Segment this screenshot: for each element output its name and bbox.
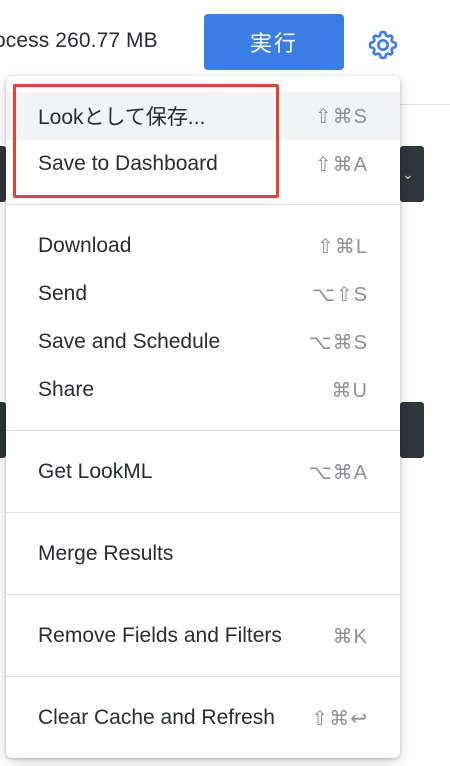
menu-item-share[interactable]: Share ⌘U	[6, 366, 400, 414]
menu-divider	[6, 676, 400, 677]
menu-item-download[interactable]: Download ⇧⌘L	[6, 222, 400, 270]
menu-item-clear-cache-and-refresh[interactable]: Clear Cache and Refresh ⇧⌘↩	[6, 694, 400, 742]
menu-item-save-to-dashboard[interactable]: Save to Dashboard ⇧⌘A	[6, 140, 400, 188]
menu-item-get-lookml[interactable]: Get LookML ⌥⌘A	[6, 448, 400, 496]
menu-item-shortcut: ⌥⌘A	[308, 461, 368, 484]
menu-item-shortcut: ⇧⌘S	[314, 105, 368, 128]
top-toolbar: ocess 260.77 MB 実行	[0, 0, 450, 86]
menu-item-label: Share	[38, 378, 95, 401]
menu-item-label: Send	[38, 282, 88, 305]
menu-item-remove-fields-and-filters[interactable]: Remove Fields and Filters ⌘K	[6, 612, 400, 660]
menu-item-shortcut: ⌥⌘S	[308, 331, 368, 354]
background-panel-edge	[400, 402, 424, 458]
menu-item-label: Save to Dashboard	[38, 152, 218, 175]
menu-item-merge-results[interactable]: Merge Results	[6, 530, 400, 578]
menu-item-label: Clear Cache and Refresh	[38, 706, 275, 729]
menu-item-shortcut: ⌥⇧S	[311, 283, 368, 306]
menu-divider	[6, 204, 400, 205]
chevron-down-icon: ⌄	[402, 166, 414, 182]
actions-dropdown-menu: Lookとして保存... ⇧⌘S Save to Dashboard ⇧⌘A D…	[6, 76, 400, 758]
menu-divider	[6, 512, 400, 513]
menu-item-shortcut: ⇧⌘L	[317, 235, 368, 258]
menu-item-shortcut: ⇧⌘A	[314, 153, 368, 176]
menu-item-shortcut: ⌘K	[332, 625, 368, 648]
menu-item-label: Get LookML	[38, 460, 153, 483]
gear-icon[interactable]	[366, 28, 400, 62]
menu-item-save-and-schedule[interactable]: Save and Schedule ⌥⌘S	[6, 318, 400, 366]
menu-item-label: Download	[38, 234, 132, 257]
menu-item-shortcut: ⌘U	[331, 379, 368, 402]
process-size-text: ocess 260.77 MB	[0, 29, 158, 52]
run-button[interactable]: 実行	[204, 14, 344, 70]
menu-divider	[6, 430, 400, 431]
menu-item-label: Remove Fields and Filters	[38, 624, 282, 647]
menu-item-label: Save and Schedule	[38, 330, 221, 353]
toolbar-divider	[400, 104, 450, 105]
menu-item-send[interactable]: Send ⌥⇧S	[6, 270, 400, 318]
menu-item-save-as-look[interactable]: Lookとして保存... ⇧⌘S	[6, 92, 400, 140]
menu-divider	[6, 594, 400, 595]
menu-item-label: Merge Results	[38, 542, 174, 565]
menu-item-shortcut: ⇧⌘↩	[311, 707, 368, 730]
menu-item-label: Lookとして保存...	[38, 106, 206, 129]
